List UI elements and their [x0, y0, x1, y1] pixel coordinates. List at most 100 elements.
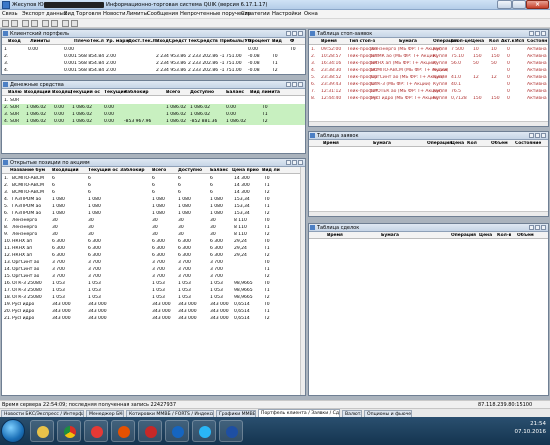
column-header[interactable]: Бумага — [381, 233, 399, 238]
table-row[interactable]: 2. 0.00 1 568 854.84 2.00 2 234 953.86 2 233 … — [2, 53, 305, 60]
column-header[interactable]: Входящий — [24, 90, 51, 95]
column-header[interactable]: Состояние — [515, 141, 541, 146]
window-close-button[interactable] — [298, 160, 303, 165]
taskbar-app-explorer[interactable] — [30, 420, 54, 442]
window-minimize-button[interactable] — [286, 82, 291, 87]
column-header[interactable]: Процент — [248, 39, 270, 44]
maximize-button[interactable] — [512, 0, 526, 9]
table-row[interactable]: 2. 10:28:57 Тейк-профит НЛМК ао (МБ ФР: Т+ … — [309, 53, 548, 60]
column-header[interactable]: Баланс — [210, 168, 228, 173]
clock-date[interactable]: 07.10.2016 — [515, 429, 547, 435]
window-close-button[interactable] — [541, 133, 546, 138]
taskbar-app-yandex[interactable] — [84, 420, 108, 442]
table-row[interactable]: 10. НКНХ ап 6 300 6 300 6 300 6 300 6 300 29,24… — [2, 238, 302, 245]
window-maximize-button[interactable] — [535, 225, 540, 230]
column-header[interactable]: Состоян — [527, 39, 547, 44]
menu-limits[interactable]: Лимиты — [126, 11, 148, 17]
window-close-button[interactable] — [298, 82, 303, 87]
table-row[interactable]: 3. 0.00 1 568 854.84 2.00 2 234 953.86 2 233 … — [2, 60, 305, 67]
window-close-button[interactable] — [298, 31, 303, 36]
table-row[interactable]: 4. SUR 1 086.02 0.00 1 086.02 0.00 -853 967.96… — [2, 118, 305, 125]
column-header[interactable]: Дост.Тек.Л — [128, 39, 156, 44]
menu-windows[interactable]: Окна — [304, 11, 318, 17]
column-header[interactable]: Кол — [489, 39, 499, 44]
menu-messages[interactable]: Сообщения — [147, 11, 178, 17]
table-row[interactable]: 6. ГАЗПРОМ ао 1 080 1 080 1 080 1 080 1 080 153… — [2, 210, 302, 217]
column-header[interactable]: Лимиты — [30, 39, 50, 44]
column-header[interactable]: Акт.к — [501, 39, 515, 44]
window-close-button[interactable] — [541, 225, 546, 230]
column-header[interactable]: Стоп-це — [451, 39, 471, 44]
horizontal-scrollbar[interactable] — [309, 121, 548, 126]
column-header[interactable]: Вид ли — [262, 168, 280, 173]
table-row[interactable]: 5. 23:38:52 Тейк-профит ОргСинт ао (МБ ФР: … — [309, 74, 548, 81]
column-header[interactable]: ТекСредств — [188, 39, 218, 44]
menu-news[interactable]: Новости — [103, 11, 126, 17]
column-header[interactable]: Время — [321, 39, 337, 44]
column-header[interactable]: Баланс — [226, 90, 244, 95]
table-row[interactable]: 2. SUR 1 086.02 0.00 1 086.02 0.00 1 086.02 1 0… — [2, 104, 305, 111]
column-header[interactable]: Ур. марж — [106, 39, 130, 44]
column-header[interactable]: Плечо — [74, 39, 90, 44]
new-order-icon[interactable] — [22, 20, 29, 27]
column-header[interactable]: Время — [327, 233, 343, 238]
column-header[interactable]: Название бум — [10, 168, 45, 173]
table-row[interactable]: 20. РусГидро 343 000 343 000 343 000 343 000 3… — [2, 308, 302, 315]
table-icon[interactable] — [42, 20, 49, 27]
window-maximize-button[interactable] — [292, 82, 297, 87]
column-header[interactable]: Бумага — [373, 141, 391, 146]
clock-time[interactable]: 21:54 — [530, 421, 546, 427]
menu-view[interactable]: Вид — [64, 11, 75, 17]
window-minimize-button[interactable] — [529, 133, 534, 138]
table-row[interactable]: 7. 12:31:12 Тейк-профит ПРОТЕК ао (МБ ФР: Т… — [309, 88, 548, 95]
column-header[interactable]: Объем — [517, 233, 534, 238]
print-icon[interactable] — [62, 20, 69, 27]
table-row[interactable]: 1. ВСМПО-АВСМ 6 6 6 6 6 14 300 T0 — [2, 175, 302, 182]
column-header[interactable]: Вход — [8, 39, 21, 44]
stop-order-icon[interactable] — [31, 20, 38, 27]
column-header[interactable]: Цена — [451, 141, 464, 146]
table-row[interactable]: 3. ВСМПО-АВСМ 6 6 6 6 6 14 300 T2 — [2, 189, 302, 196]
column-header[interactable]: Кол-в — [497, 233, 511, 238]
table-row[interactable]: 12. НКНХ ап 6 300 6 300 6 300 6 300 6 300 29,24… — [2, 252, 302, 259]
window-minimize-button[interactable] — [529, 31, 534, 36]
table-row[interactable]: 8. 12:44:40 Тейк-профит РусГидро (МБ ФР: Т+… — [309, 95, 548, 102]
settings-icon[interactable] — [71, 20, 78, 27]
table-row[interactable]: 9. Ленэнерго 30 30 30 30 30 8 110 T2 — [2, 231, 302, 238]
column-header[interactable]: Доступно — [190, 90, 214, 95]
column-header[interactable]: Исп — [515, 39, 524, 44]
vertical-scrollbar[interactable] — [300, 167, 305, 395]
connect-icon[interactable] — [2, 20, 9, 27]
column-header[interactable]: Вид — [272, 39, 282, 44]
column-header[interactable]: Бумага — [399, 39, 417, 44]
table-row[interactable]: 16. ОГК-3 25080 1 053 1 053 1 053 1 053 1 053 9… — [2, 280, 302, 287]
column-header[interactable]: Доступно — [178, 168, 202, 173]
column-header[interactable]: Текущий ос — [70, 90, 100, 95]
table-row[interactable]: 4. ГАЗПРОМ ао 1 080 1 080 1 080 1 080 1 080 153… — [2, 196, 302, 203]
window-minimize-button[interactable] — [529, 225, 534, 230]
column-header[interactable]: ВходСредст — [156, 39, 187, 44]
taskbar-app-media[interactable] — [111, 420, 135, 442]
table-row[interactable]: 1 0.00 0.00 0.00 T0 — [2, 46, 305, 53]
column-header[interactable]: Заблокир — [120, 168, 145, 173]
taskbar-app-opera[interactable] — [138, 420, 162, 442]
taskbar-app-chrome[interactable] — [57, 420, 81, 442]
table-row[interactable]: 1. SUR — [2, 97, 305, 104]
column-header[interactable]: Тек.л — [90, 39, 104, 44]
stop-orders-titlebar[interactable]: Таблица стоп-заявок — [309, 30, 548, 38]
menu-connection[interactable]: Связь — [2, 11, 18, 17]
window-minimize-button[interactable] — [286, 160, 291, 165]
window-maximize-button[interactable] — [292, 160, 297, 165]
window-maximize-button[interactable] — [535, 31, 540, 36]
menu-strategies[interactable]: Стратегии — [241, 11, 270, 17]
column-header[interactable]: Всего — [166, 90, 180, 95]
table-row[interactable]: 4. 23:38:30 Тейк-профит ВСМПО-АВСМ (МБ ФР: … — [309, 67, 548, 74]
chart-icon[interactable] — [51, 20, 58, 27]
column-header[interactable]: Всего — [152, 168, 166, 173]
column-header[interactable]: Операция — [427, 141, 452, 146]
column-header[interactable]: Валю — [8, 90, 22, 95]
taskbar-app-word[interactable] — [219, 420, 243, 442]
table-row[interactable]: 11. НКНХ ап 6 300 6 300 6 300 6 300 6 300 29,24… — [2, 245, 302, 252]
orders-titlebar[interactable]: Таблица заявок — [309, 132, 548, 140]
window-minimize-button[interactable] — [286, 31, 291, 36]
